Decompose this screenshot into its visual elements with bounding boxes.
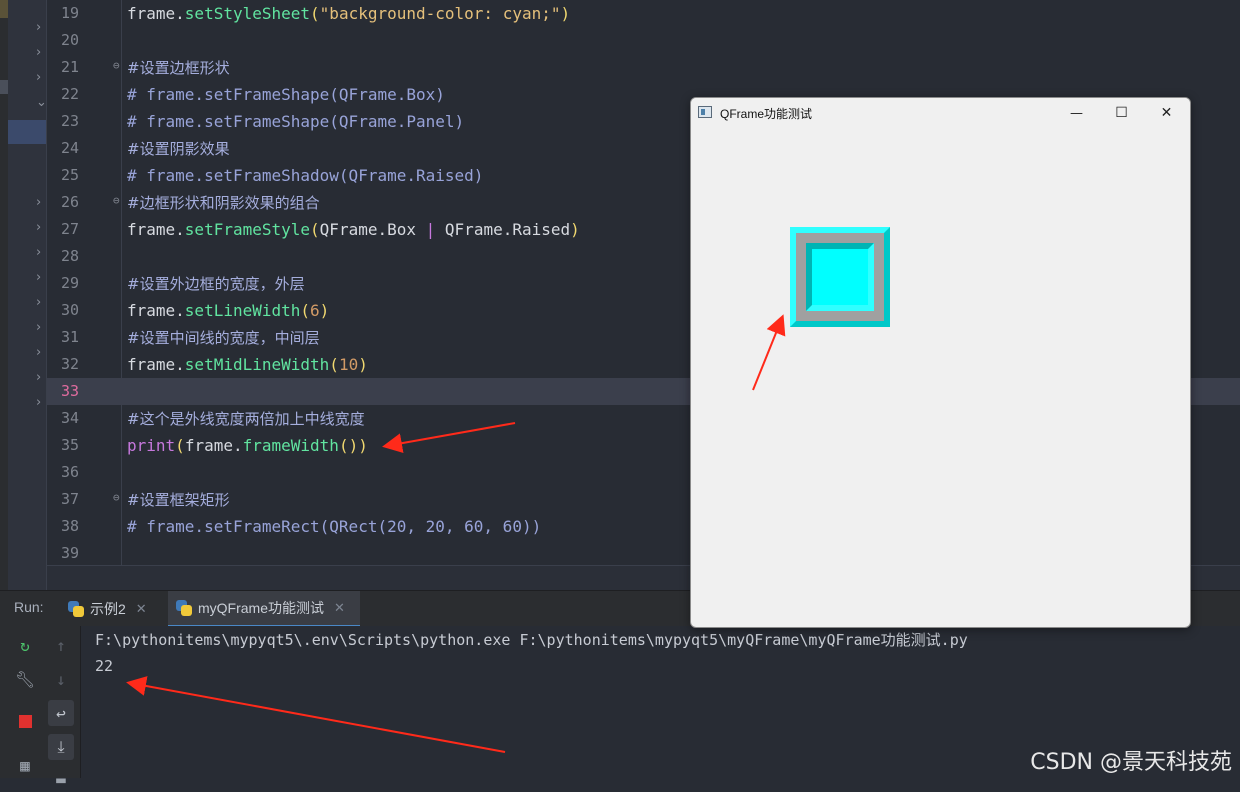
window-title: QFrame功能测试 <box>720 107 813 121</box>
run-tab-example2[interactable]: 示例2 ✕ <box>60 591 158 627</box>
line-number: 33 <box>60 382 79 400</box>
code-text: frame.setStyleSheet("background-color: c… <box>127 4 571 23</box>
run-tab-label: 示例2 <box>90 601 126 617</box>
python-icon <box>68 601 84 617</box>
code-text: #设置阴影效果 <box>127 140 230 158</box>
line-number: 24 <box>60 139 79 157</box>
close-button[interactable]: ✕ <box>1144 98 1189 128</box>
line-number: 34 <box>60 409 79 427</box>
run-tab-myqframe[interactable]: myQFrame功能测试 ✕ <box>168 591 360 627</box>
line-number: 35 <box>60 436 79 454</box>
stop-icon[interactable] <box>12 708 38 734</box>
line-number: 36 <box>60 463 79 481</box>
line-number: 37 <box>60 490 79 508</box>
line-number: 38 <box>60 517 79 535</box>
run-label: Run: <box>14 599 44 615</box>
console-command-line: F:\pythonitems\mypyqt5\.env\Scripts\pyth… <box>95 631 968 649</box>
maximize-button[interactable]: ☐ <box>1099 98 1144 128</box>
wrench-icon[interactable]: 🔧︎ <box>12 666 38 692</box>
qframe-test-window[interactable]: QFrame功能测试 — ☐ ✕ <box>690 97 1191 628</box>
code-text: # frame.setFrameShape(QFrame.Panel) <box>127 112 465 131</box>
line-number: 23 <box>60 112 79 130</box>
console-result-line: 22 <box>95 657 114 675</box>
line-number: 21 <box>60 58 79 76</box>
code-line[interactable]: 21 ⊖ #设置边框形状 <box>47 54 1240 81</box>
run-tab-label: myQFrame功能测试 <box>198 600 324 616</box>
app-window-icon <box>698 106 712 118</box>
code-text: print(frame.frameWidth()) <box>127 436 368 455</box>
line-number: 22 <box>60 85 79 103</box>
line-number: 31 <box>60 328 79 346</box>
python-icon <box>176 600 192 616</box>
line-number: 30 <box>60 301 79 319</box>
rerun-icon[interactable]: ↻ <box>12 632 38 658</box>
code-text: #设置边框形状 <box>127 59 230 77</box>
line-number: 26 <box>60 193 79 211</box>
fold-marker-icon[interactable]: ⊖ <box>113 195 123 207</box>
line-number: 20 <box>60 31 79 49</box>
window-titlebar[interactable]: QFrame功能测试 — ☐ ✕ <box>691 98 1190 128</box>
code-text: frame.setLineWidth(6) <box>127 301 330 320</box>
frame-inner-line <box>806 243 874 311</box>
run-toolbar: ↻ ↑ 🔧︎ ↓ ↩ ⤓ ▦ ▬ <box>0 626 81 789</box>
line-number: 32 <box>60 355 79 373</box>
fold-marker-icon[interactable]: ⊖ <box>113 492 123 504</box>
line-number: 29 <box>60 274 79 292</box>
code-line[interactable]: 19 frame.setStyleSheet("background-color:… <box>47 0 1240 27</box>
soft-wrap-icon[interactable]: ↩ <box>48 700 74 726</box>
code-line[interactable]: 20 <box>47 27 1240 54</box>
line-number: 28 <box>60 247 79 265</box>
code-text: frame.setMidLineWidth(10) <box>127 355 368 374</box>
scroll-to-end-icon[interactable]: ⤓ <box>48 734 74 760</box>
fold-marker-icon[interactable]: ⊖ <box>113 60 123 72</box>
close-icon[interactable]: ✕ <box>334 600 345 616</box>
code-text: frame.setFrameStyle(QFrame.Box | QFrame.… <box>127 220 580 239</box>
print-icon[interactable]: ▬ <box>48 766 74 792</box>
code-text: #设置外边框的宽度，外层 <box>127 275 305 293</box>
minimize-button[interactable]: — <box>1054 98 1099 128</box>
line-number: 25 <box>60 166 79 184</box>
code-text: # frame.setFrameRect(QRect(20, 20, 60, 6… <box>127 517 542 536</box>
qframe-box-widget <box>790 227 890 327</box>
code-text: #设置中间线的宽度，中间层 <box>127 329 320 347</box>
down-arrow-icon[interactable]: ↓ <box>48 666 74 692</box>
line-number: 27 <box>60 220 79 238</box>
watermark: CSDN @景天科技苑 <box>1030 750 1232 775</box>
code-text: # frame.setFrameShadow(QFrame.Raised) <box>127 166 484 185</box>
code-text: # frame.setFrameShape(QFrame.Box) <box>127 85 445 104</box>
close-icon[interactable]: ✕ <box>136 601 147 617</box>
code-text: #这个是外线宽度两倍加上中线宽度 <box>127 410 365 428</box>
layout-icon[interactable]: ▦ <box>12 752 38 778</box>
code-text: #设置框架矩形 <box>127 491 230 509</box>
code-text: #边框形状和阴影效果的组合 <box>127 194 320 212</box>
line-number: 19 <box>60 4 79 22</box>
up-arrow-icon[interactable]: ↑ <box>48 632 74 658</box>
line-number: 39 <box>60 544 79 562</box>
